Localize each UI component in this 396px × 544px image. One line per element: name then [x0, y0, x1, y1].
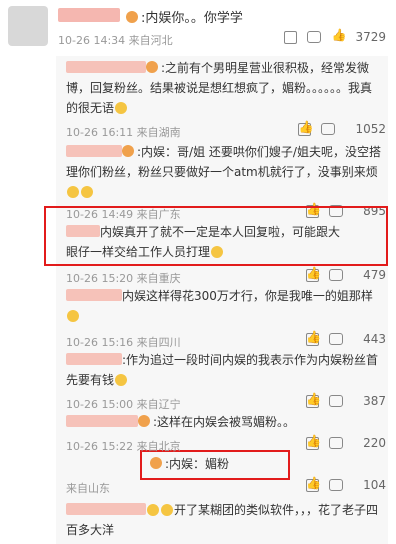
username-blurred[interactable]	[66, 353, 122, 365]
like-count: 104	[363, 478, 386, 492]
reply-2: :内娱：哥/姐 还要哄你们嫂子/姐夫呢，没空搭理你们粉丝，粉丝只要做好一个atm…	[66, 142, 382, 202]
share-icon[interactable]	[284, 30, 298, 44]
like-count: 387	[363, 394, 386, 408]
like-count: 479	[363, 268, 386, 282]
comment-icon[interactable]	[329, 269, 344, 281]
emoji-icon	[115, 102, 128, 114]
like-icon[interactable]	[331, 28, 346, 44]
reply-6-actions: 387	[306, 394, 386, 408]
reply-8: 开了某糊团的类似软件，，，花了老子四百多大洋	[66, 503, 379, 537]
like-count: 1052	[355, 122, 386, 136]
emoji-icon	[161, 504, 173, 516]
comment-icon[interactable]	[329, 333, 344, 345]
reply-8-actions: 104	[306, 478, 386, 492]
like-count: 220	[363, 436, 386, 450]
reply-1-actions: 1052	[298, 122, 386, 136]
highlight-box	[140, 450, 290, 480]
badge-icon	[146, 61, 158, 73]
emoji-icon	[115, 374, 128, 386]
reply-6-meta: 10-26 15:00 来自辽宁	[66, 398, 181, 411]
emoji-icon	[147, 504, 159, 516]
username-blurred[interactable]	[58, 8, 120, 22]
reply-1: :之前有个男明星营业很积极，经常发微博，回复粉丝。结果被说是想红想疯了，媚粉。。…	[66, 61, 373, 115]
reply-8-meta: 来自山东	[66, 482, 110, 495]
comment-icon[interactable]	[329, 479, 344, 491]
username-blurred[interactable]	[66, 289, 122, 301]
username-blurred[interactable]	[66, 145, 122, 157]
username-blurred[interactable]	[66, 415, 138, 427]
reply-5: :作为追过一段时间内娱的我表示作为内娱粉丝首先要有钱	[66, 353, 379, 387]
reply-5-meta: 10-26 15:16 来自四川	[66, 336, 181, 349]
comment-icon[interactable]	[329, 437, 344, 449]
reply-4-actions: 479	[306, 268, 386, 282]
emoji-icon	[67, 310, 79, 322]
reply-4: 内娱这样得花300万才行，你是我唯一的姐那样	[66, 286, 382, 326]
top-comment: :内娱你。。你学学 10-26 14:34 来自河北 3729	[0, 0, 396, 54]
badge-icon	[138, 415, 150, 427]
badge-icon	[126, 11, 138, 23]
reply-6: :这样在内娱会被骂媚粉。。	[66, 412, 382, 432]
reply-5-actions: 443	[306, 332, 386, 346]
comment-icon[interactable]	[307, 31, 322, 43]
badge-icon	[122, 145, 134, 157]
emoji-icon	[67, 186, 79, 198]
reply-7-actions: 220	[306, 436, 386, 450]
top-comment-meta: 10-26 14:34 来自河北	[58, 34, 173, 47]
emoji-icon	[81, 186, 93, 198]
username-blurred[interactable]	[66, 503, 146, 515]
reply-1-meta: 10-26 16:11 来自湖南	[66, 126, 181, 139]
like-count: 443	[363, 332, 386, 346]
reply-4-meta: 10-26 15:20 来自重庆	[66, 272, 181, 285]
comment-icon[interactable]	[329, 395, 344, 407]
top-comment-text: :内娱你。。你学学	[126, 7, 243, 26]
reply-7-meta: 10-26 15:22 来自北京	[66, 440, 181, 453]
like-count: 3729	[355, 30, 386, 44]
username-blurred[interactable]	[66, 61, 146, 73]
top-comment-actions: 3729	[284, 28, 386, 44]
comment-icon[interactable]	[321, 123, 336, 135]
highlight-box	[44, 206, 388, 266]
avatar[interactable]	[8, 6, 48, 46]
